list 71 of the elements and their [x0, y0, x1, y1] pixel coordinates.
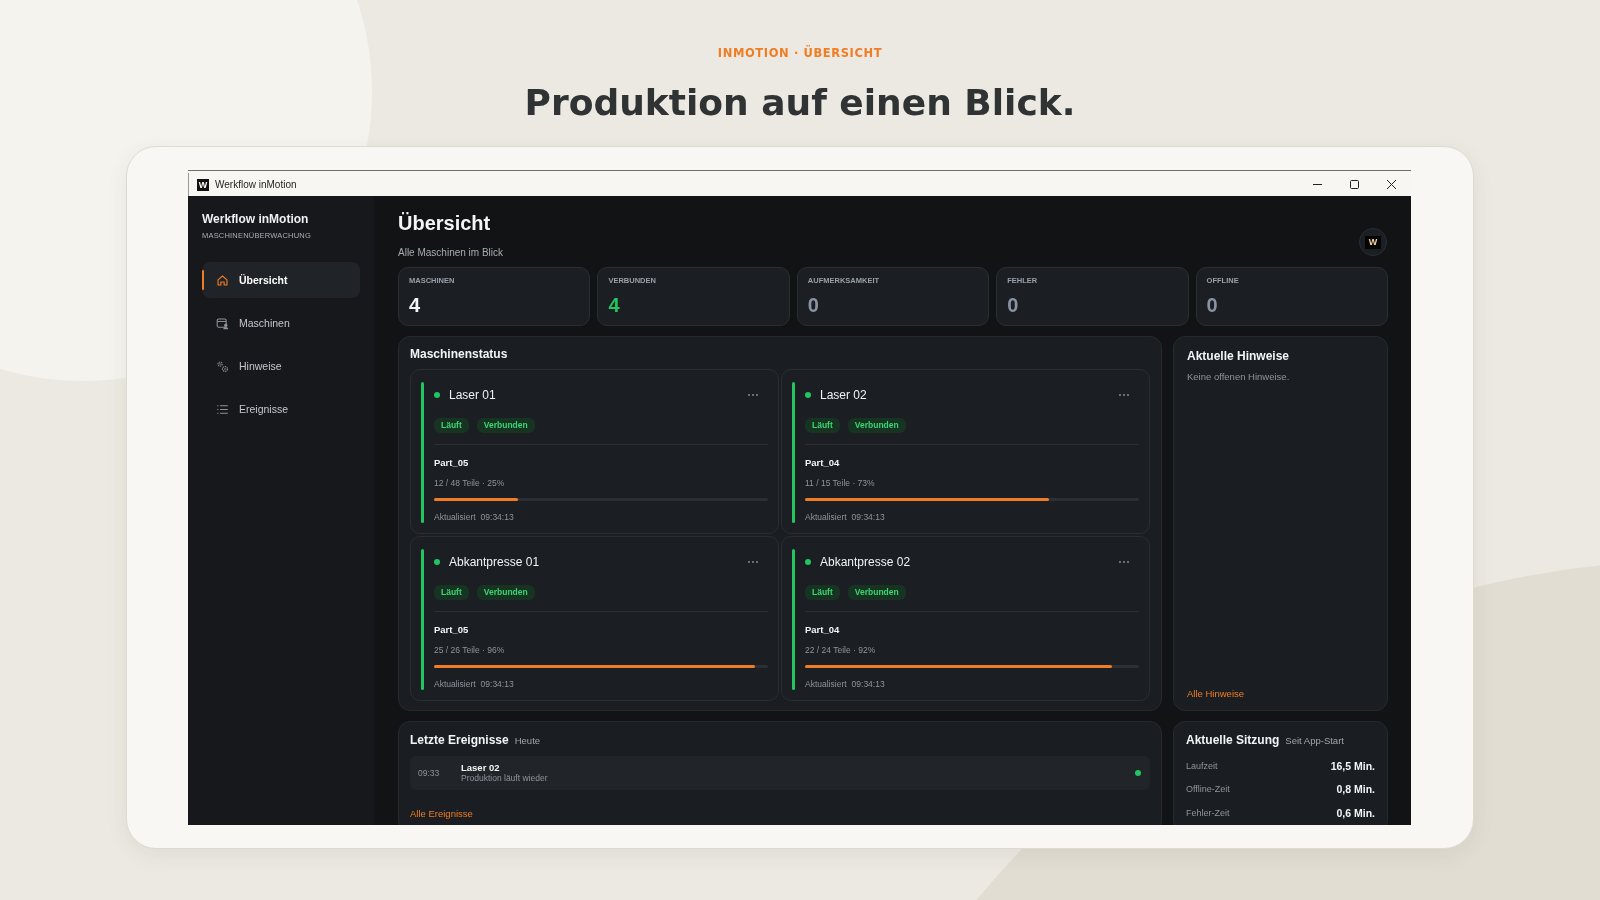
all-notices-link[interactable]: Alle Hinweise: [1187, 688, 1245, 700]
updated-label: Aktualisiert: [805, 678, 847, 690]
machine-name: Abkantpresse 01: [449, 555, 540, 569]
app-name: Werkflow inMotion: [202, 211, 309, 227]
event-row[interactable]: 09:33 Laser 02 Produktion läuft wieder: [410, 756, 1150, 790]
event-title: Laser 02: [461, 762, 500, 773]
panel-title: Aktuelle Sitzung: [1186, 733, 1280, 747]
metric-label: Laufzeit: [1186, 760, 1218, 771]
device-user-icon: [216, 316, 229, 330]
progress-text: 22 / 24 Teile · 92%: [805, 645, 876, 655]
stat-value: 4: [608, 293, 620, 317]
updated-label: Aktualisiert: [434, 511, 476, 523]
panel-title: Letzte Ereignisse: [410, 733, 509, 747]
avatar-button[interactable]: W: [1359, 228, 1387, 256]
updated-label: Aktualisiert: [805, 511, 847, 523]
window-title: Werkflow inMotion: [215, 179, 297, 190]
machine-name: Abkantpresse 02: [820, 555, 911, 569]
metric-label: Fehler-Zeit: [1186, 807, 1230, 818]
updated-time: 09:34:13: [851, 678, 885, 690]
updated-label: Aktualisiert: [434, 678, 476, 690]
nav-item[interactable]: Ereignisse: [202, 391, 360, 427]
metric-label: Offline-Zeit: [1186, 784, 1230, 795]
metric-value: 16,5 Min.: [1330, 759, 1375, 772]
all-events-link[interactable]: Alle Ereignisse: [410, 808, 473, 820]
status-tag: Verbunden: [476, 418, 535, 433]
part-name: Part_05: [434, 457, 469, 469]
home-icon: [216, 273, 229, 287]
status-tag: Verbunden: [476, 585, 535, 600]
gears-icon: [216, 359, 229, 373]
metric-value: 0,6 Min.: [1336, 806, 1375, 819]
stat-value: 0: [1007, 293, 1019, 317]
event-time: 09:33: [418, 768, 441, 778]
progress-text: 25 / 26 Teile · 96%: [434, 645, 505, 655]
empty-message: Keine offenen Hinweise.: [1187, 371, 1290, 383]
part-name: Part_05: [434, 624, 469, 636]
list-icon: [216, 402, 229, 416]
status-tag: Läuft: [805, 585, 840, 600]
nav-item[interactable]: Maschinen: [202, 305, 360, 341]
app-logo: W: [197, 178, 209, 191]
nav-item[interactable]: Hinweise: [202, 348, 360, 384]
logo-tile: W: [1365, 235, 1381, 249]
status-tag: Läuft: [434, 585, 469, 600]
updated-time: 09:34:13: [480, 678, 514, 690]
panel-subtitle: Heute: [514, 734, 541, 748]
eyebrow-text: INMOTION · ÜBERSICHT: [717, 46, 883, 60]
page-subtitle: Alle Maschinen im Blick: [398, 246, 504, 260]
updated-time: 09:34:13: [480, 511, 514, 523]
machine-name: Laser 02: [820, 388, 867, 402]
stat-value: 0: [807, 293, 819, 317]
status-tag: Läuft: [434, 418, 469, 433]
panel-title: Maschinenstatus: [410, 347, 508, 361]
stat-value: 4: [409, 293, 421, 317]
progress-text: 11 / 15 Teile · 73%: [805, 478, 875, 488]
part-name: Part_04: [805, 624, 840, 636]
status-tag: Verbunden: [847, 585, 906, 600]
progress-text: 12 / 48 Teile · 25%: [434, 478, 505, 488]
page-title: Übersicht: [398, 211, 491, 236]
close-icon[interactable]: [1386, 179, 1397, 190]
maximize-icon[interactable]: [1349, 179, 1360, 190]
part-name: Part_04: [805, 457, 840, 469]
metric-value: 0,8 Min.: [1336, 783, 1375, 796]
stat-value: 0: [1206, 293, 1218, 317]
machine-name: Laser 01: [449, 388, 496, 402]
status-tag: Verbunden: [847, 418, 906, 433]
nav-item[interactable]: Übersicht: [202, 262, 360, 298]
event-text: Produktion läuft wieder: [461, 773, 548, 784]
panel-title: Aktuelle Hinweise: [1187, 349, 1290, 363]
status-tag: Läuft: [805, 418, 840, 433]
headline: Produktion auf einen Blick.: [524, 81, 1076, 125]
updated-time: 09:34:13: [851, 511, 885, 523]
panel-subtitle: Seit App-Start: [1285, 734, 1344, 748]
